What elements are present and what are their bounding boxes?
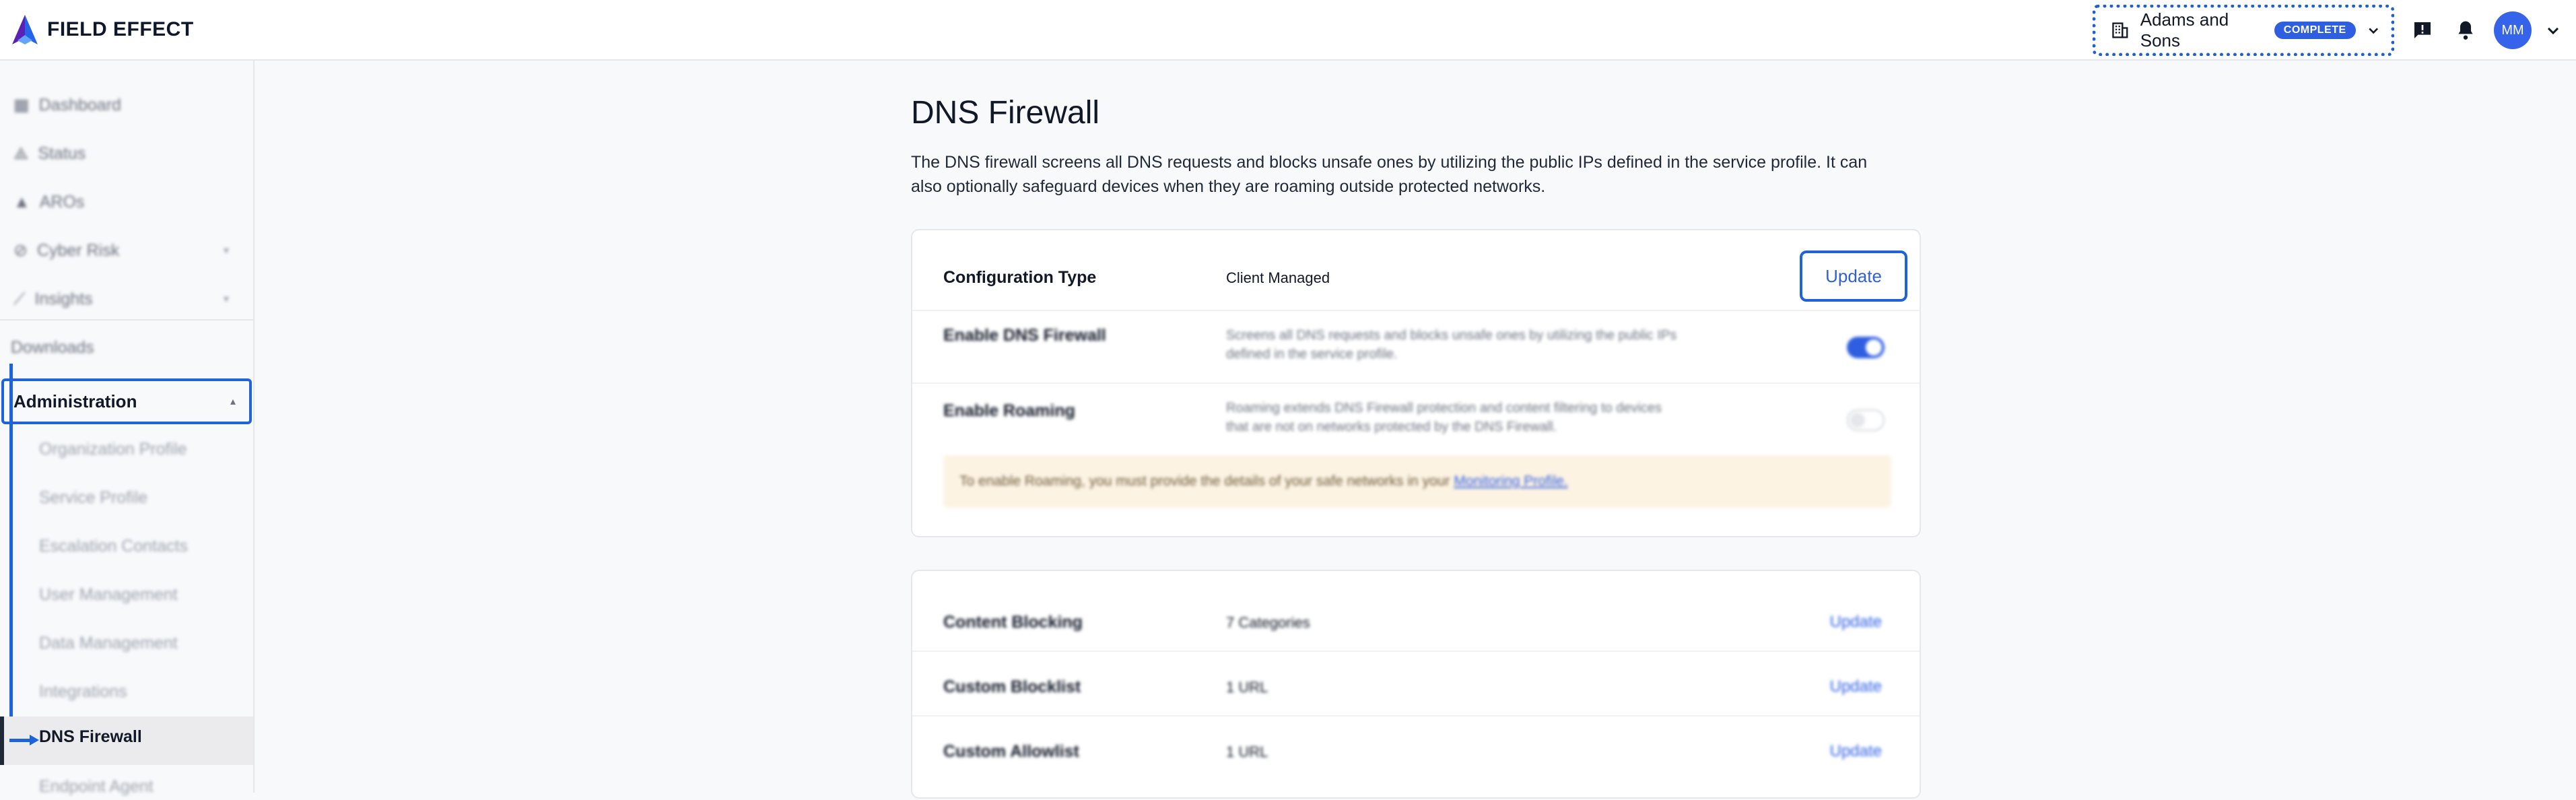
enable-firewall-label: Enable DNS Firewall [943,326,1106,345]
bell-icon [2458,21,2473,40]
sidebar-item-label: Dashboard [38,95,121,114]
feedback-button[interactable] [2408,15,2437,45]
custom-blocklist-label: Custom Blocklist [943,677,1081,696]
enable-firewall-description: Screens all DNS requests and blocks unsa… [1226,328,1677,362]
chevron-down-icon: ▾ [223,294,229,305]
content-blocking-row: Content Blocking 7 Categories [943,598,1891,632]
organization-switcher[interactable]: Adams and Sons COMPLETE [2093,5,2394,56]
alert-icon: ▲ [13,192,30,211]
organization-name: Adams and Sons [2140,9,2229,51]
sidebar-item-user-management[interactable]: User Management [39,581,178,608]
grid-icon: ▦ [13,96,30,114]
sidebar-item-label: AROs [39,192,85,211]
sidebar-item-administration[interactable]: Administration ▴ [1,378,252,424]
brand-name: FIELD EFFECT [47,18,194,40]
enable-roaming-label: Enable Roaming [943,401,1075,420]
tree-connector [9,364,13,741]
brand-logo[interactable]: FIELD EFFECT [11,13,194,46]
sidebar-item-insights[interactable]: ⟋ Insights ▾ [13,286,242,312]
sidebar-item-label: Downloads [11,337,94,357]
tree-connector-arrow [9,739,32,742]
sidebar-item-cyber-risk[interactable]: ⊘ Cyber Risk ▾ [13,237,242,264]
sidebar-item-status[interactable]: ⟁ Status [13,140,242,167]
config-type-value: Client Managed [1226,269,1330,286]
main-content: DNS Firewall The DNS firewall screens al… [911,94,1921,199]
enable-firewall-row: Enable DNS Firewall Screens all DNS requ… [943,310,1891,382]
content-blocking-value: 7 Categories [1226,614,1310,631]
row-divider [912,651,1920,652]
feedback-icon [2414,22,2431,38]
sidebar-item-label: Insights [34,289,93,308]
user-avatar[interactable]: MM [2494,11,2532,49]
config-type-label: Configuration Type [943,268,1097,287]
roaming-notice: To enable Roaming, you must provide the … [943,455,1891,508]
custom-allowlist-update-link[interactable]: Update [1830,742,1882,761]
active-indicator [0,716,4,765]
sidebar-item-label: Administration [13,391,137,411]
sidebar-item-integrations[interactable]: Integrations [39,678,127,705]
chevron-up-icon: ▴ [230,396,236,407]
notifications-button[interactable] [2451,15,2480,45]
sidebar-item-dashboard[interactable]: ▦ Dashboard [13,92,242,119]
sidebar-item-endpoint-agent[interactable]: Endpoint Agent [39,773,154,800]
sidebar-item-aros[interactable]: ▲ AROs [13,189,242,215]
field-effect-logo-icon [12,15,38,44]
enable-firewall-toggle[interactable] [1847,337,1885,358]
sidebar-item-data-management[interactable]: Data Management [39,630,178,657]
sidebar-divider [0,319,255,321]
custom-blocklist-update-link[interactable]: Update [1830,677,1882,696]
user-menu-chevron-icon[interactable] [2545,22,2561,38]
chart-icon: ⟋ [13,289,26,308]
content-filtering-card: Content Blocking 7 Categories Update Cus… [911,570,1921,799]
config-type-row: Configuration Type Client Managed [943,230,1891,303]
custom-blocklist-row: Custom Blocklist 1 URL [943,663,1891,696]
shield-icon: ⊘ [13,241,28,260]
page-title: DNS Firewall [911,95,1100,131]
content-blocking-update-link[interactable]: Update [1830,613,1882,632]
custom-allowlist-label: Custom Allowlist [943,742,1079,761]
custom-allowlist-row: Custom Allowlist 1 URL [943,727,1891,761]
sidebar-item-label: Cyber Risk [36,240,120,260]
pulse-icon: ⟁ [13,143,29,163]
dns-settings-card: Configuration Type Client Managed Update… [911,229,1921,537]
sidebar-item-organization-profile[interactable]: Organization Profile [39,436,187,463]
sidebar: ▦ Dashboard ⟁ Status ▲ AROs ⊘ Cyber Risk… [0,61,255,793]
chevron-down-icon [2369,28,2378,34]
status-badge: COMPLETE [2274,22,2356,39]
custom-allowlist-value: 1 URL [1226,743,1268,760]
custom-blocklist-value: 1 URL [1226,679,1268,696]
sidebar-item-label: DNS Firewall [39,727,142,746]
notice-text: To enable Roaming, you must provide the … [959,473,1450,489]
page-description: The DNS firewall screens all DNS request… [911,153,1868,196]
content-blocking-label: Content Blocking [943,613,1083,632]
sidebar-item-service-profile[interactable]: Service Profile [39,484,147,511]
enable-roaming-toggle[interactable] [1847,409,1885,431]
arrow-right-icon [30,735,39,745]
sidebar-item-label: Status [38,143,86,163]
sidebar-item-escalation-contacts[interactable]: Escalation Contacts [39,533,188,560]
monitoring-profile-link[interactable]: Monitoring Profile. [1454,473,1567,490]
enable-roaming-description: Roaming extends DNS Firewall protection … [1226,401,1662,434]
chevron-down-icon: ▾ [223,245,229,257]
top-bar: FIELD EFFECT Adams and Sons COMPLETE MM [0,0,2576,61]
config-update-button[interactable]: Update [1800,251,1907,302]
row-divider [912,715,1920,716]
building-icon [2112,22,2128,38]
sidebar-item-downloads[interactable]: Downloads [11,334,240,361]
enable-roaming-row: Enable Roaming Roaming extends DNS Firew… [943,382,1891,455]
